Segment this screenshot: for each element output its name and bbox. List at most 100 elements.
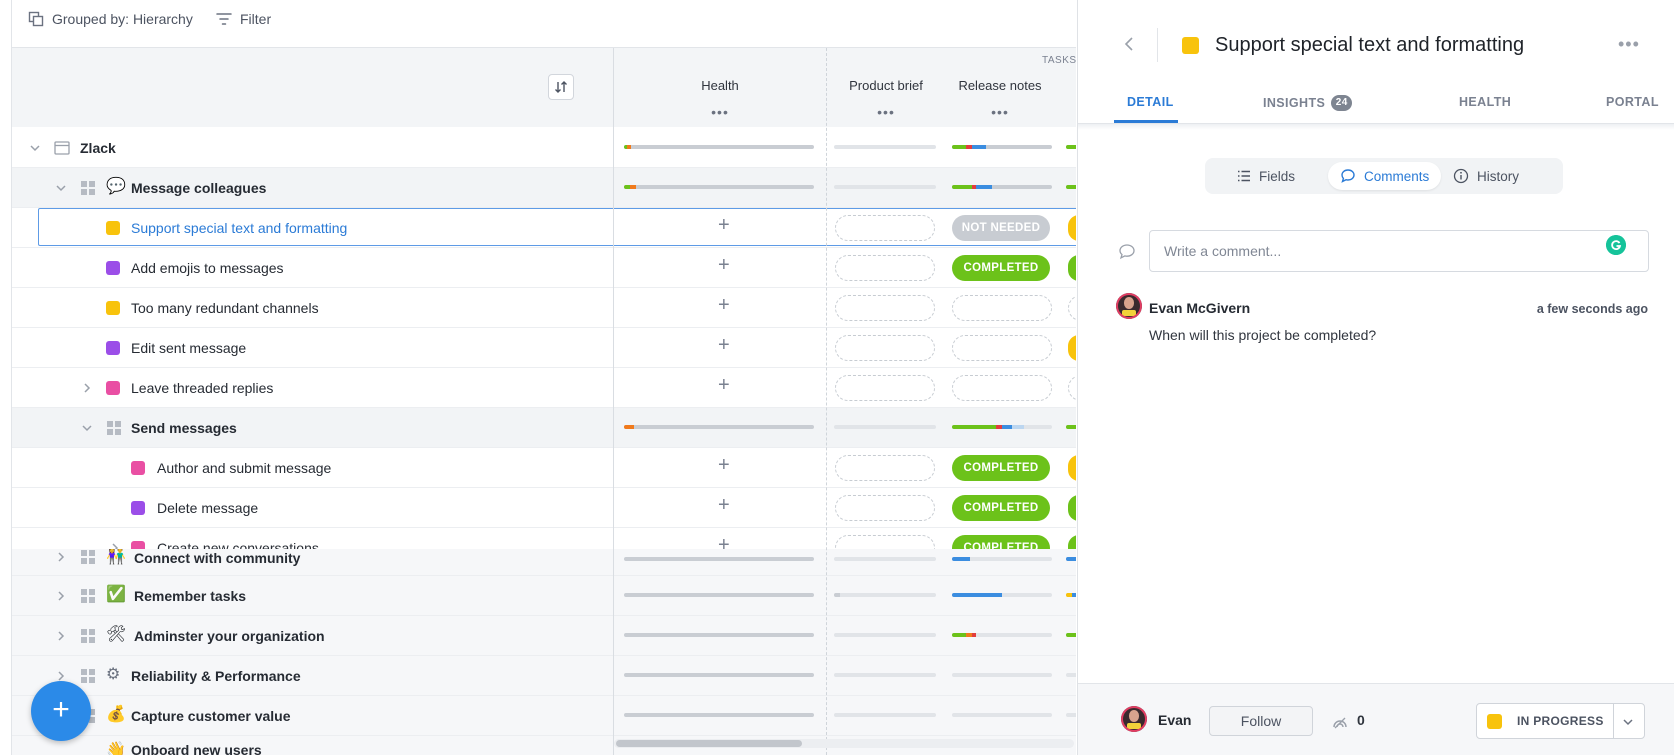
add-health-button[interactable]: + bbox=[718, 254, 730, 277]
task-status-pill[interactable] bbox=[1068, 335, 1076, 361]
product-brief-empty-pill[interactable] bbox=[835, 215, 935, 241]
column-release-notes-menu[interactable]: ••• bbox=[980, 104, 1020, 120]
follow-button[interactable]: Follow bbox=[1209, 706, 1313, 736]
grouped-by-button[interactable]: Grouped by: Hierarchy bbox=[28, 9, 193, 29]
chevron-right-icon[interactable] bbox=[80, 381, 94, 395]
segment-comments[interactable]: Comments bbox=[1328, 162, 1442, 190]
drag-grid-icon[interactable] bbox=[80, 549, 96, 565]
tab-detail[interactable]: DETAIL bbox=[1127, 95, 1174, 109]
table-row-redundant-channels[interactable]: Too many redundant channels + bbox=[12, 288, 1076, 328]
drag-grid-icon[interactable] bbox=[80, 180, 96, 196]
tab-health[interactable]: HEALTH bbox=[1459, 95, 1511, 109]
row-label[interactable]: Too many redundant channels bbox=[131, 300, 319, 316]
add-record-button[interactable]: + bbox=[31, 681, 91, 741]
row-label[interactable]: Edit sent message bbox=[131, 340, 246, 356]
column-product-brief-header[interactable]: Product brief bbox=[836, 78, 936, 93]
product-brief-empty-pill[interactable] bbox=[835, 255, 935, 281]
table-row-delete-message[interactable]: Delete message + COMPLETED bbox=[12, 488, 1076, 528]
sort-button[interactable] bbox=[548, 74, 574, 100]
chevron-down-icon[interactable] bbox=[54, 181, 68, 195]
table-row-administer-org[interactable]: 🛠 Adminster your organization bbox=[12, 616, 1076, 656]
column-health-menu[interactable]: ••• bbox=[700, 104, 740, 120]
task-status-pill[interactable] bbox=[1068, 215, 1076, 241]
table-row-threaded-replies[interactable]: Leave threaded replies + bbox=[12, 368, 1076, 408]
row-label[interactable]: Add emojis to messages bbox=[131, 260, 284, 276]
chevron-right-icon[interactable] bbox=[54, 550, 68, 564]
product-brief-empty-pill[interactable] bbox=[835, 495, 935, 521]
table-row-message-colleagues[interactable]: 💬 Message colleagues bbox=[12, 168, 1076, 208]
product-brief-empty-pill[interactable] bbox=[835, 335, 935, 361]
table-row-edit-sent[interactable]: Edit sent message + bbox=[12, 328, 1076, 368]
add-health-button[interactable]: + bbox=[718, 334, 730, 357]
drag-grid-icon[interactable] bbox=[80, 628, 96, 644]
grammarly-icon[interactable] bbox=[1606, 235, 1626, 255]
table-row-zlack[interactable]: Zlack bbox=[12, 128, 1076, 168]
drag-grid-icon[interactable] bbox=[80, 668, 96, 684]
row-label[interactable]: Author and submit message bbox=[157, 460, 331, 476]
table-row-send-messages[interactable]: Send messages bbox=[12, 408, 1076, 448]
release-notes-status-pill[interactable]: COMPLETED bbox=[952, 535, 1050, 550]
task-status-pill[interactable] bbox=[1068, 495, 1076, 521]
comment-input[interactable] bbox=[1149, 230, 1649, 272]
back-chevron-icon[interactable] bbox=[1122, 36, 1136, 52]
add-health-button[interactable]: + bbox=[718, 214, 730, 237]
comment-author[interactable]: Evan McGivern bbox=[1149, 300, 1250, 316]
watchers-icon[interactable] bbox=[1332, 714, 1348, 730]
add-health-button[interactable]: + bbox=[718, 494, 730, 517]
column-product-brief-menu[interactable]: ••• bbox=[866, 104, 906, 120]
segment-history[interactable]: History bbox=[1441, 162, 1531, 190]
comment-author-avatar[interactable] bbox=[1116, 293, 1142, 319]
task-status-pill[interactable] bbox=[1068, 255, 1076, 281]
column-release-notes-header[interactable]: Release notes bbox=[950, 78, 1050, 93]
task-bar bbox=[1066, 145, 1076, 149]
table-row-add-emojis[interactable]: Add emojis to messages + COMPLETED bbox=[12, 248, 1076, 288]
table-row-connect-community[interactable]: 👫 Connect with community bbox=[12, 549, 1076, 576]
release-notes-status-pill[interactable]: COMPLETED bbox=[952, 495, 1050, 521]
row-label[interactable]: Delete message bbox=[157, 500, 258, 516]
chevron-right-icon[interactable] bbox=[54, 629, 68, 643]
table-row-author-submit[interactable]: Author and submit message + COMPLETED bbox=[12, 448, 1076, 488]
release-notes-status-pill[interactable]: COMPLETED bbox=[952, 455, 1050, 481]
more-options-button[interactable]: ••• bbox=[1618, 34, 1640, 55]
segment-fields[interactable]: Fields bbox=[1225, 162, 1307, 190]
filter-button[interactable]: Filter bbox=[216, 9, 271, 29]
drag-grid-icon[interactable] bbox=[80, 588, 96, 604]
release-notes-empty-pill[interactable] bbox=[952, 335, 1052, 361]
add-health-button[interactable]: + bbox=[718, 374, 730, 397]
release-notes-status-pill[interactable]: NOT NEEDED bbox=[952, 215, 1050, 241]
column-health-header[interactable]: Health bbox=[670, 78, 770, 93]
table-row-reliability[interactable]: ⚙ Reliability & Performance bbox=[12, 656, 1076, 696]
current-user-avatar[interactable] bbox=[1121, 706, 1147, 732]
drag-grid-icon[interactable] bbox=[106, 420, 122, 436]
record-title[interactable]: Support special text and formatting bbox=[1215, 34, 1524, 57]
product-brief-empty-pill[interactable] bbox=[835, 455, 935, 481]
product-brief-empty-pill[interactable] bbox=[835, 295, 935, 321]
table-row-support-text[interactable]: Support special text and formatting + NO… bbox=[12, 208, 1076, 248]
tab-portal[interactable]: PORTAL bbox=[1606, 95, 1659, 109]
chevron-down-icon[interactable] bbox=[1621, 715, 1635, 729]
chevron-down-icon[interactable] bbox=[28, 141, 42, 155]
add-health-button[interactable]: + bbox=[718, 294, 730, 317]
release-notes-empty-pill[interactable] bbox=[952, 375, 1052, 401]
release-notes-empty-pill[interactable] bbox=[952, 295, 1052, 321]
add-health-button[interactable]: + bbox=[718, 534, 730, 550]
status-dropdown[interactable]: IN PROGRESS bbox=[1476, 703, 1645, 739]
product-brief-empty-pill[interactable] bbox=[835, 375, 935, 401]
row-label[interactable]: Leave threaded replies bbox=[131, 380, 273, 396]
task-status-pill[interactable] bbox=[1068, 535, 1076, 550]
task-empty-pill[interactable] bbox=[1068, 375, 1076, 401]
add-health-button[interactable]: + bbox=[718, 454, 730, 477]
table-row-capture-value[interactable]: 💰 Capture customer value bbox=[12, 696, 1076, 736]
tab-insights[interactable]: INSIGHTS 24 bbox=[1263, 95, 1353, 111]
chevron-right-icon[interactable] bbox=[54, 589, 68, 603]
product-brief-empty-pill[interactable] bbox=[835, 535, 935, 550]
horizontal-scrollbar[interactable] bbox=[614, 739, 1074, 748]
scrollbar-thumb[interactable] bbox=[616, 740, 802, 747]
table-row-create-conversations[interactable]: Create new conversations + COMPLETED bbox=[12, 528, 1076, 550]
release-notes-status-pill[interactable]: COMPLETED bbox=[952, 255, 1050, 281]
table-row-remember-tasks[interactable]: ✅ Remember tasks bbox=[12, 576, 1076, 616]
task-status-pill[interactable] bbox=[1068, 455, 1076, 481]
chevron-down-icon[interactable] bbox=[80, 421, 94, 435]
task-empty-pill[interactable] bbox=[1068, 295, 1076, 321]
row-label[interactable]: Support special text and formatting bbox=[131, 220, 347, 236]
